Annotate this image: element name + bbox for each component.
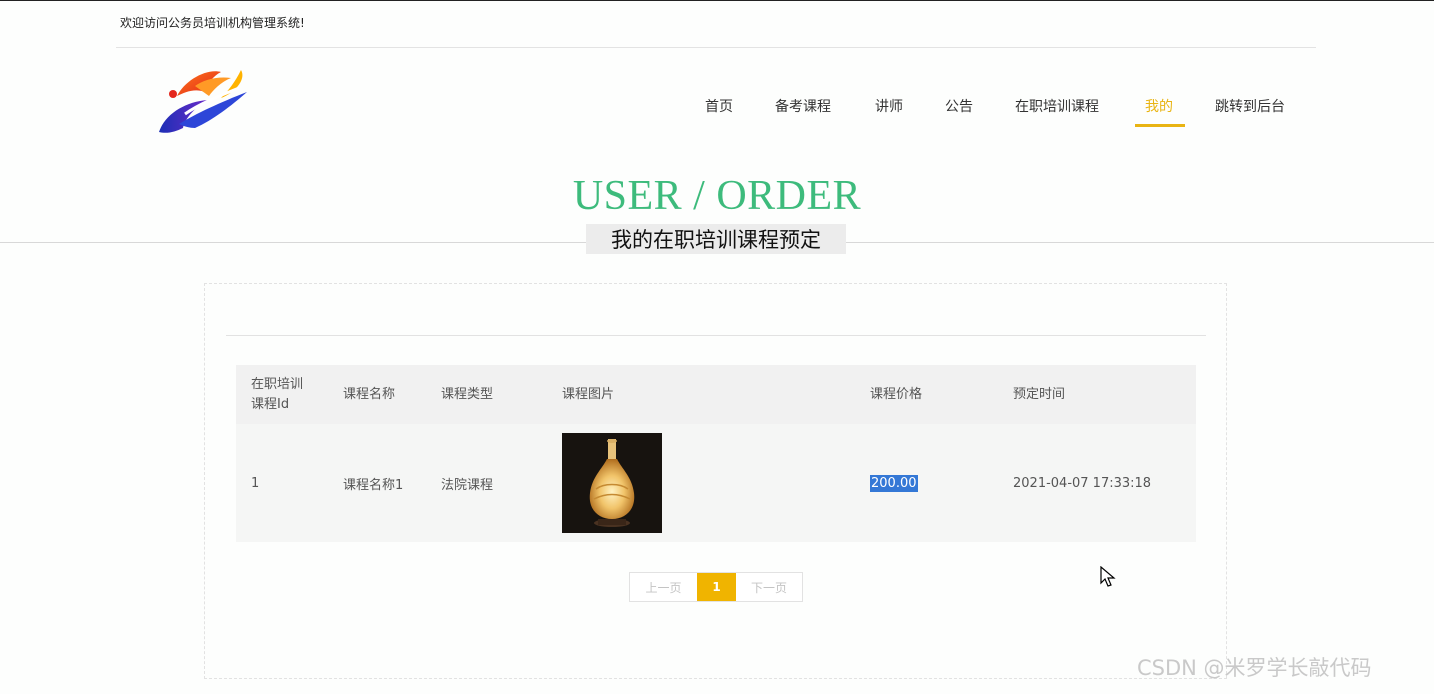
nav-item-exam-courses[interactable]: 备考课程 xyxy=(775,96,831,126)
section-title-en: USER / ORDER xyxy=(572,173,862,219)
nav-item-announcements[interactable]: 公告 xyxy=(945,96,973,126)
cell-time: 2021-04-07 17:33:18 xyxy=(1013,475,1152,491)
course-image[interactable] xyxy=(562,433,662,533)
column-header-price: 课程价格 xyxy=(870,386,923,402)
watermark-text: CSDN @米罗学长敲代码 xyxy=(1137,656,1372,680)
column-header-id-line1: 在职培训 xyxy=(251,376,304,392)
cell-price: 200.00 xyxy=(870,424,918,542)
table-header: 在职培训 课程Id 课程名称 课程类型 课程图片 课程价格 预定时间 xyxy=(236,365,1196,424)
nav-item-lecturers[interactable]: 讲师 xyxy=(875,96,903,126)
nav-item-home[interactable]: 首页 xyxy=(705,96,733,126)
prev-page-button[interactable]: 上一页 xyxy=(630,573,697,601)
next-page-button[interactable]: 下一页 xyxy=(736,573,802,601)
column-header-id-line2: 课程Id xyxy=(251,396,290,412)
price-selected-text: 200.00 xyxy=(870,474,918,492)
nav-item-admin[interactable]: 跳转到后台 xyxy=(1215,96,1285,126)
section-title-cn: 我的在职培训课程预定 xyxy=(611,228,821,252)
cell-id: 1 xyxy=(251,475,260,491)
welcome-text: 欢迎访问公务员培训机构管理系统! xyxy=(120,16,305,30)
brand-logo-icon[interactable] xyxy=(155,62,251,138)
nav-active-indicator xyxy=(1135,124,1185,127)
nav-item-onjob-courses[interactable]: 在职培训课程 xyxy=(1015,96,1099,126)
column-header-name: 课程名称 xyxy=(343,386,396,402)
cell-name: 课程名称1 xyxy=(343,477,404,493)
panel-divider xyxy=(226,335,1206,336)
mouse-cursor-icon xyxy=(1100,565,1116,588)
column-header-time: 预定时间 xyxy=(1013,386,1066,402)
column-header-image: 课程图片 xyxy=(562,386,615,402)
top-border xyxy=(0,0,1434,1)
column-header-type: 课程类型 xyxy=(441,386,494,402)
section-title-cn-box: 我的在职培训课程预定 xyxy=(586,224,846,254)
top-divider xyxy=(116,47,1316,48)
pagination: 上一页 1 下一页 xyxy=(629,572,803,602)
cell-type: 法院课程 xyxy=(441,477,494,493)
current-page-button[interactable]: 1 xyxy=(697,573,736,601)
table-row[interactable]: 1 课程名称1 法院课程 200.00 2021-04-07 17:33:18 xyxy=(236,424,1196,542)
nav-item-mine[interactable]: 我的 xyxy=(1145,96,1173,126)
column-header-id: 在职培训 课程Id xyxy=(251,365,303,424)
